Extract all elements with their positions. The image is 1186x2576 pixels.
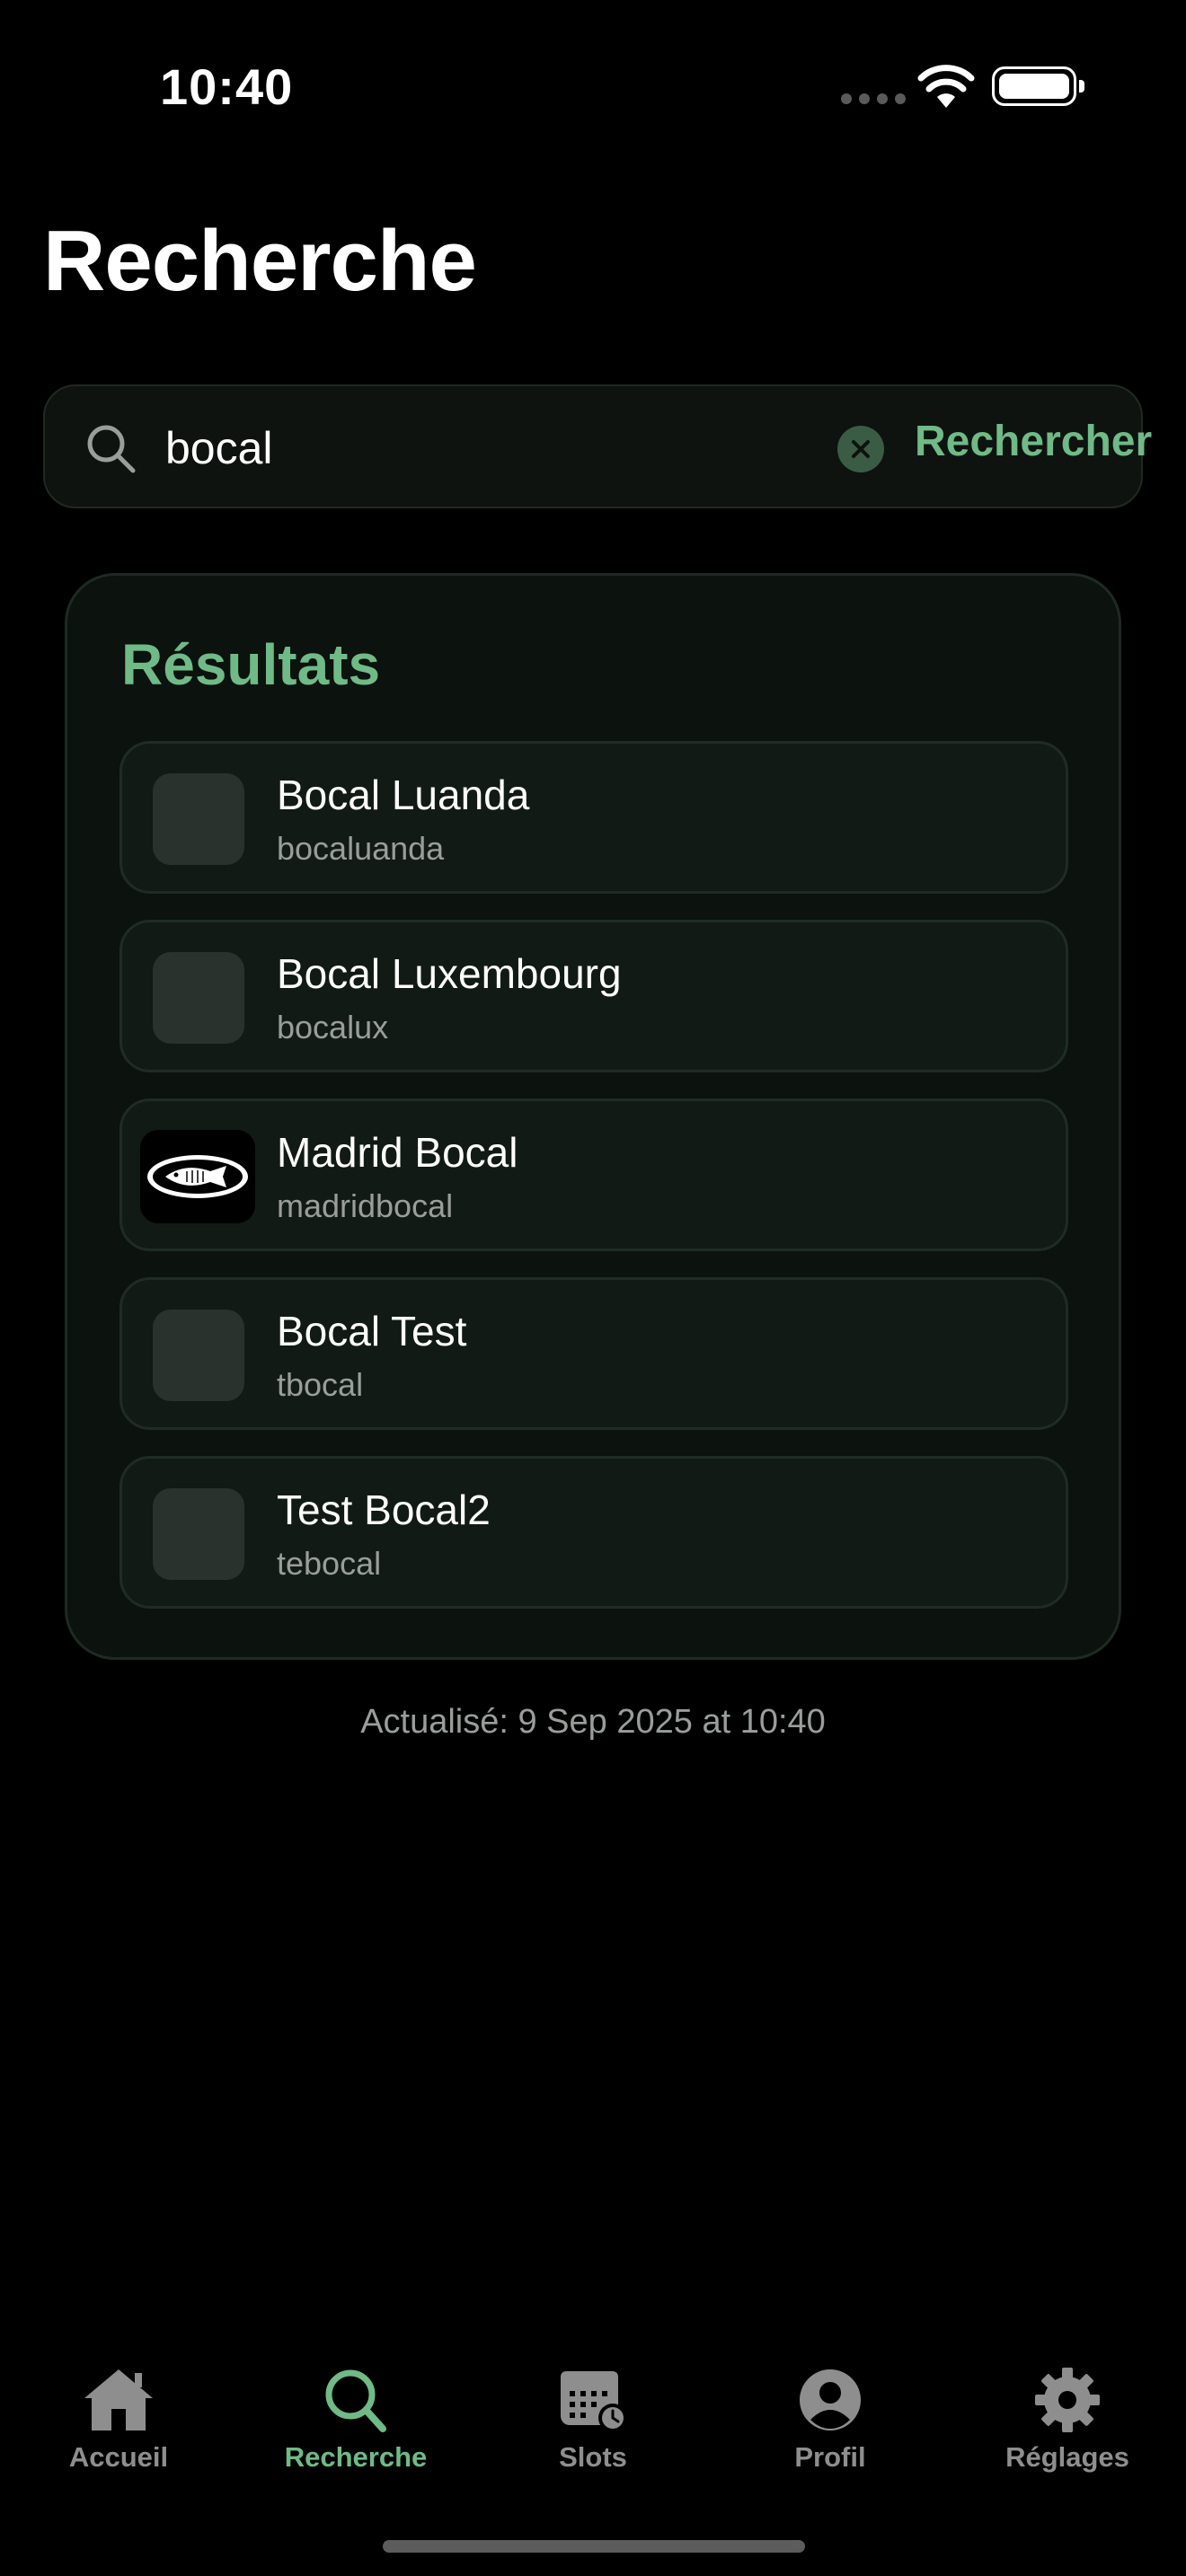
battery-icon xyxy=(992,66,1084,106)
wifi-icon xyxy=(917,65,975,108)
placeholder-avatar xyxy=(153,1488,244,1580)
page-title: Recherche xyxy=(43,213,477,309)
result-item[interactable]: Madrid Bocal madridbocal xyxy=(119,1098,1068,1251)
result-item[interactable]: Test Bocal2 tebocal xyxy=(119,1456,1068,1609)
bocal-logo xyxy=(140,1130,255,1223)
calendar-clock-icon xyxy=(561,2371,627,2432)
status-time: 10:40 xyxy=(160,58,294,115)
result-handle: tbocal xyxy=(277,1366,364,1403)
search-input[interactable] xyxy=(165,410,812,487)
placeholder-avatar xyxy=(153,1310,244,1401)
search-button[interactable]: Rechercher xyxy=(915,417,1152,466)
tab-label: Accueil xyxy=(68,2441,169,2473)
placeholder-avatar xyxy=(153,773,244,865)
result-name: Bocal Luxembourg xyxy=(277,950,622,997)
result-handle: bocaluanda xyxy=(277,830,445,867)
result-item[interactable]: Bocal Luxembourg bocalux xyxy=(119,920,1068,1072)
tab-reglages[interactable]: Réglages xyxy=(949,2344,1186,2488)
result-name: Bocal Luanda xyxy=(277,772,530,818)
result-name: Bocal Test xyxy=(277,1308,467,1354)
person-circle-icon xyxy=(800,2369,861,2430)
tab-slots[interactable]: Slots xyxy=(474,2344,712,2488)
status-bar: 10:40 xyxy=(0,0,1186,180)
result-item[interactable]: Bocal Luanda bocaluanda xyxy=(119,741,1068,894)
tab-label: Slots xyxy=(559,2441,627,2473)
result-list: Bocal Luanda bocaluanda Bocal Luxembourg… xyxy=(119,741,1068,1635)
result-handle: madridbocal xyxy=(277,1187,454,1224)
tab-profil[interactable]: Profil xyxy=(712,2344,949,2488)
clear-search-icon[interactable] xyxy=(837,426,884,472)
last-updated-text: Actualisé: 9 Sep 2025 at 10:40 xyxy=(360,1703,826,1741)
home-indicator xyxy=(383,2540,805,2553)
placeholder-avatar xyxy=(153,952,244,1044)
result-name: Madrid Bocal xyxy=(277,1129,518,1176)
cellular-signal-icon xyxy=(841,93,906,104)
results-card: Résultats Bocal Luanda bocaluanda Bocal … xyxy=(65,573,1121,1660)
result-item[interactable]: Bocal Test tbocal xyxy=(119,1277,1068,1430)
tab-accueil[interactable]: Accueil xyxy=(0,2344,237,2488)
tab-recherche[interactable]: Recherche xyxy=(237,2344,474,2488)
home-icon xyxy=(84,2369,153,2430)
result-name: Test Bocal2 xyxy=(277,1486,491,1533)
gear-icon xyxy=(1035,2368,1100,2432)
search-bar: Rechercher xyxy=(43,384,1152,508)
search-icon xyxy=(325,2369,386,2432)
tab-label: Réglages xyxy=(1005,2441,1129,2473)
results-heading: Résultats xyxy=(121,632,381,697)
result-handle: bocalux xyxy=(277,1009,389,1045)
tab-label: Recherche xyxy=(284,2441,428,2473)
result-handle: tebocal xyxy=(277,1545,382,1582)
search-icon xyxy=(87,425,136,473)
tab-label: Profil xyxy=(794,2441,866,2473)
